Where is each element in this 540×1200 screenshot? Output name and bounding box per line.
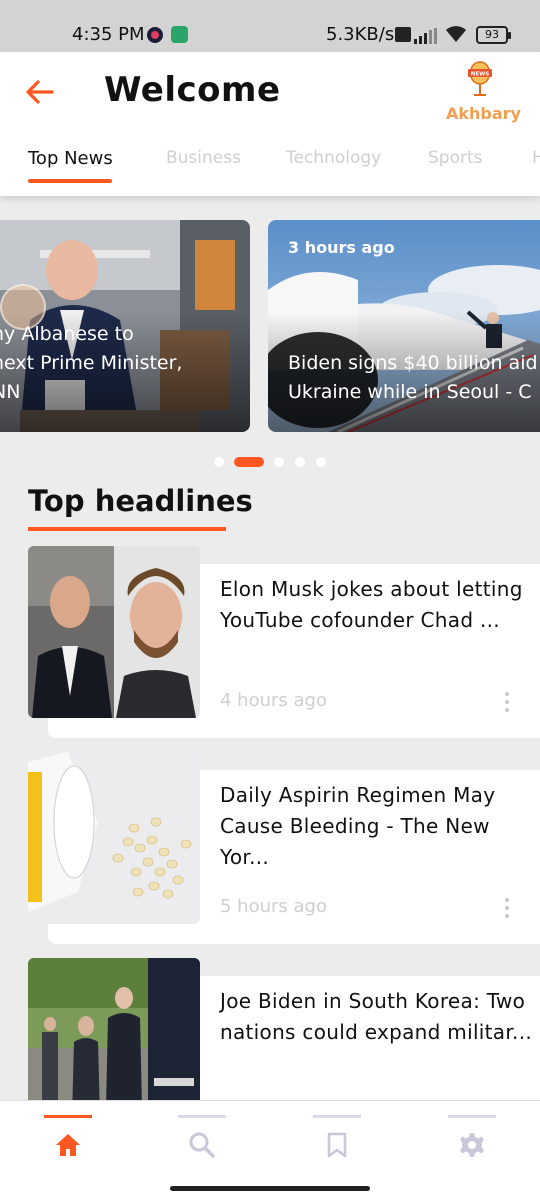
microphone-icon: NEWS <box>468 61 492 96</box>
home-gesture-bar[interactable] <box>170 1186 370 1191</box>
tab-technology[interactable]: Technology <box>286 148 381 168</box>
title-line: Daily Aspirin Regimen May <box>220 783 496 807</box>
carousel-dot[interactable] <box>274 457 284 467</box>
news-time: 4 hours ago <box>220 690 327 711</box>
nav-indicator <box>178 1115 226 1118</box>
wifi-icon <box>444 24 468 49</box>
carousel-dot-active[interactable] <box>234 457 264 467</box>
news-title: Daily Aspirin Regimen May Cause Bleeding… <box>220 780 532 873</box>
featured-card[interactable]: ny Albanese to next Prime Minister, NN <box>0 220 250 432</box>
featured-card-title: Biden signs $40 billion aid Ukraine whil… <box>288 349 538 407</box>
carousel-dot[interactable] <box>316 457 326 467</box>
tab-top-news[interactable]: Top News <box>28 148 113 169</box>
title-line: ny Albanese to <box>0 323 134 345</box>
nav-bookmarks[interactable] <box>297 1101 377 1181</box>
network-speed: 5.3KB/s <box>326 24 395 45</box>
title-line: Cause Bleeding - The New Yor... <box>220 814 490 869</box>
title-line: Ukraine while in Seoul - C <box>288 381 532 403</box>
nav-search[interactable] <box>162 1101 242 1181</box>
title-line: Biden signs $40 billion aid <box>288 352 538 374</box>
logo-text: Akhbary <box>446 104 521 123</box>
battery-level: 93 <box>485 28 499 41</box>
signal-icon <box>414 28 440 44</box>
home-icon <box>56 1134 80 1156</box>
title-line: nations could expand militar... <box>220 1020 533 1044</box>
section-underline <box>28 527 226 531</box>
category-tabs: Top News Business Technology Sports H <box>0 140 540 196</box>
news-time: 5 hours ago <box>220 896 327 917</box>
title-line: Elon Musk jokes about letting <box>220 577 523 601</box>
tab-business[interactable]: Business <box>166 148 241 168</box>
news-item[interactable]: Elon Musk jokes about letting YouTube co… <box>0 546 540 742</box>
back-button[interactable] <box>22 74 58 110</box>
logo-badge-text: NEWS <box>471 72 489 78</box>
section-title: Top headlines <box>28 484 253 518</box>
featured-card-title: ny Albanese to next Prime Minister, NN <box>0 320 182 407</box>
news-thumbnail <box>28 546 200 718</box>
title-line: next Prime Minister, <box>0 352 183 374</box>
nav-indicator <box>448 1115 496 1118</box>
notification-gallery-icon <box>171 26 188 43</box>
title-line: YouTube cofounder Chad ... <box>220 608 500 632</box>
news-title: Joe Biden in South Korea: Two nations co… <box>220 986 532 1048</box>
title-line: NN <box>0 381 21 403</box>
nav-indicator <box>313 1115 361 1118</box>
featured-card[interactable]: 3 hours ago Biden signs $40 billion aid … <box>268 220 540 432</box>
app-bar: Welcome NEWS Akhbary Top News Business T… <box>0 52 540 196</box>
app-logo: NEWS Akhbary <box>446 58 521 128</box>
featured-card-time: 3 hours ago <box>288 238 395 257</box>
bottom-navigation <box>0 1100 540 1200</box>
tab-more[interactable]: H <box>532 148 540 168</box>
bookmark-icon <box>327 1132 347 1158</box>
news-item[interactable]: Daily Aspirin Regimen May Cause Bleeding… <box>0 752 540 948</box>
more-options-icon[interactable] <box>498 690 516 716</box>
nav-settings[interactable] <box>432 1101 512 1181</box>
carousel-dot[interactable] <box>295 457 305 467</box>
nav-active-indicator <box>44 1115 92 1118</box>
tab-indicator <box>28 179 112 183</box>
tab-sports[interactable]: Sports <box>428 148 483 168</box>
battery-icon: 93 <box>476 26 511 44</box>
status-bar: 4:35 PM 5.3KB/s 93 <box>0 0 540 52</box>
settings-icon <box>460 1133 484 1157</box>
notification-app-icon <box>147 27 163 43</box>
volte-icon <box>395 27 411 42</box>
carousel-dot[interactable] <box>214 457 224 467</box>
search-icon <box>189 1132 215 1158</box>
status-time: 4:35 PM <box>72 24 145 45</box>
news-title: Elon Musk jokes about letting YouTube co… <box>220 574 532 636</box>
title-line: Joe Biden in South Korea: Two <box>220 989 526 1013</box>
page-title: Welcome <box>104 70 281 110</box>
nav-home[interactable] <box>28 1101 108 1181</box>
featured-carousel[interactable]: ny Albanese to next Prime Minister, NN <box>0 220 540 434</box>
back-arrow-icon <box>26 80 54 104</box>
carousel-indicator <box>0 455 540 469</box>
news-thumbnail <box>28 752 200 924</box>
more-options-icon[interactable] <box>498 896 516 922</box>
